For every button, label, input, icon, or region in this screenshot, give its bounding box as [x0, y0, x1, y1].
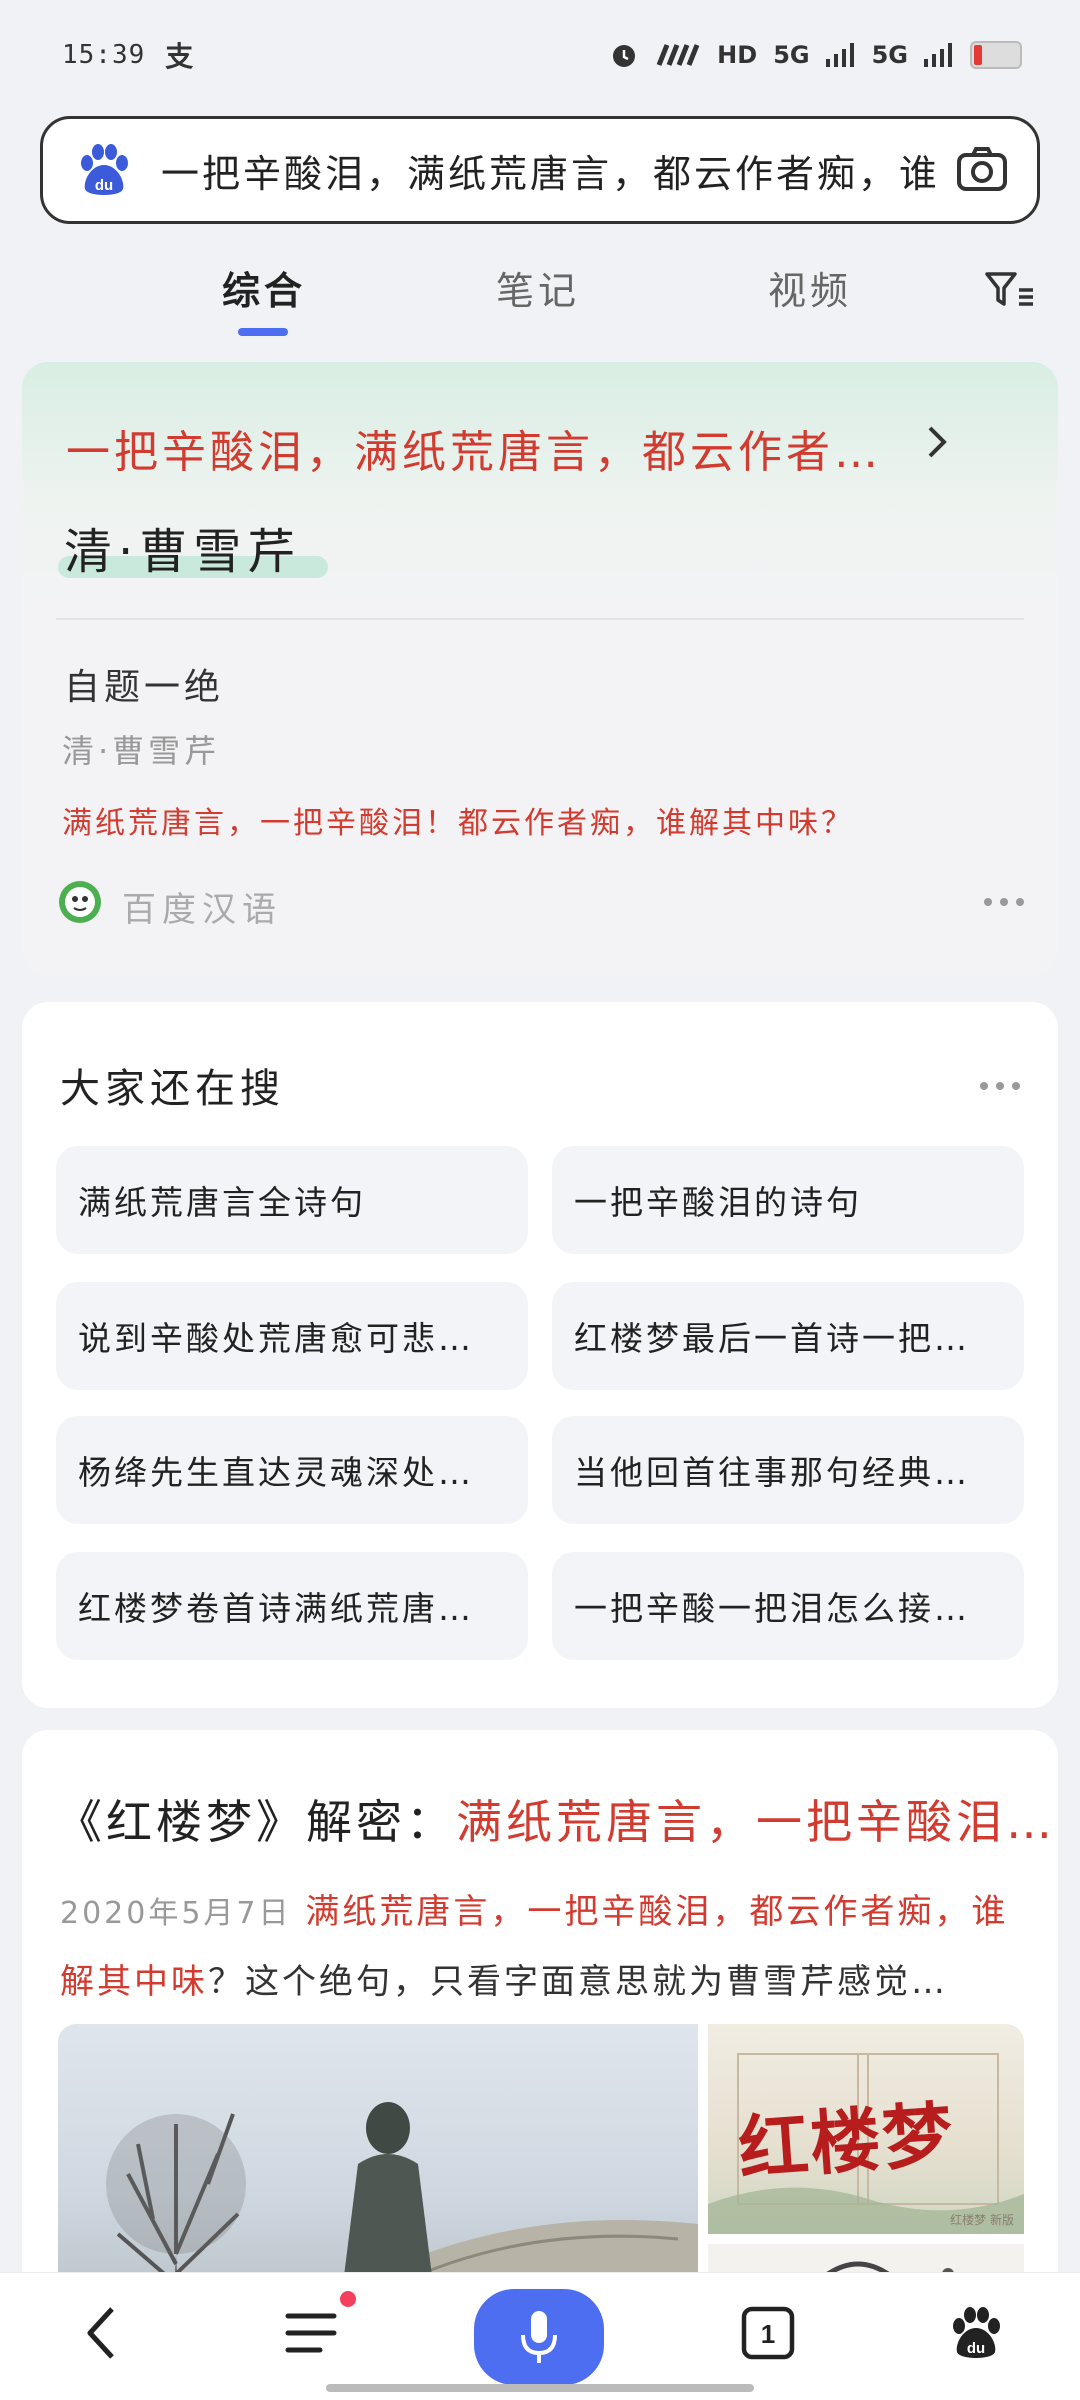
signal-bars-icon: [924, 43, 952, 67]
poem-title[interactable]: 自题一绝: [64, 658, 224, 710]
signal-5g-icon: 5G: [871, 41, 908, 69]
result-tabs: 综合 笔记 视频: [0, 250, 1080, 340]
baidu-home-button[interactable]: du: [936, 2293, 1016, 2373]
poster-watermark: 红楼梦 新版: [950, 2213, 1014, 2227]
tab-videos[interactable]: 视频: [768, 260, 852, 315]
status-indicators: HD 5G 5G: [609, 40, 1022, 70]
search-bar[interactable]: du 一把辛酸泪，满纸荒唐言，都云作者痴，谁解其中味？: [40, 116, 1040, 224]
related-search-chip[interactable]: 红楼梦最后一首诗一把…: [552, 1282, 1024, 1390]
article-title-part: 《红楼梦》解密：: [56, 1795, 456, 1849]
notification-dot: [340, 2291, 356, 2307]
chevron-right-icon[interactable]: [922, 422, 952, 462]
mic-icon: [521, 2311, 557, 2363]
poem-author-sub: 清·曹雪芹: [62, 732, 221, 770]
battery-icon: [970, 41, 1022, 69]
related-search-chip[interactable]: 一把辛酸泪的诗句: [552, 1146, 1024, 1254]
related-search-chip[interactable]: 红楼梦卷首诗满纸荒唐…: [56, 1552, 528, 1660]
bottom-nav: 1 du: [0, 2272, 1080, 2400]
poem-answer-title[interactable]: 一把辛酸泪，满纸荒唐言，都云作者…: [66, 416, 882, 480]
related-search-chip[interactable]: 满纸荒唐言全诗句: [56, 1146, 528, 1254]
article-title-highlight: 满纸荒唐言，一把辛酸泪…: [456, 1795, 1056, 1849]
status-time: 15:39: [62, 40, 146, 70]
status-bar: 15:39 支 HD 5G 5G: [0, 0, 1080, 110]
signal-5g-icon: 5G: [773, 41, 810, 69]
baidu-hanyu-icon: [59, 881, 101, 923]
alarm-icon: [613, 45, 636, 67]
baidu-home-icon: du: [953, 2307, 1000, 2358]
poem-author-heading: 清·曹雪芹: [58, 512, 328, 582]
signal-bars-icon: [825, 43, 854, 67]
snippet-text: ？这个绝句，只看字面意思就为曹雪芹感觉…: [208, 1962, 948, 2002]
voice-search-button[interactable]: [474, 2289, 604, 2385]
poem-answer-card[interactable]: 一把辛酸泪，满纸荒唐言，都云作者… 清·曹雪芹 自题一绝 清·曹雪芹 满纸荒唐言…: [22, 362, 1058, 976]
filter-icon[interactable]: [985, 270, 1035, 310]
related-search-chip[interactable]: 杨绛先生直达灵魂深处…: [56, 1416, 528, 1524]
back-button[interactable]: [62, 2293, 142, 2373]
related-search-chip[interactable]: 一把辛酸一把泪怎么接…: [552, 1552, 1024, 1660]
search-input[interactable]: 一把辛酸泪，满纸荒唐言，都云作者痴，谁解其中味？: [161, 143, 935, 198]
menu-button[interactable]: [272, 2291, 356, 2373]
menu-icon: [285, 2313, 337, 2353]
tab-all[interactable]: 综合: [222, 260, 306, 315]
alipay-notification-icon: 支: [165, 40, 194, 73]
tabs-icon: 1: [741, 2306, 795, 2360]
related-search-chip[interactable]: 当他回首往事那句经典…: [552, 1416, 1024, 1524]
poem-author: 清·曹雪芹: [64, 524, 302, 580]
home-indicator[interactable]: [326, 2384, 754, 2392]
source-name[interactable]: 百度汉语: [122, 882, 282, 931]
baidu-logo-icon[interactable]: du: [75, 141, 133, 199]
baidu-home-text: du: [967, 2340, 985, 2357]
active-tab-indicator: [238, 328, 288, 336]
tabs-button[interactable]: 1: [728, 2293, 808, 2373]
poster-title: 红楼梦: [735, 2092, 957, 2191]
related-searches-title: 大家还在搜: [60, 1066, 285, 1112]
article-snippet: 2020年5月7日 满纸荒唐言，一把辛酸泪，都云作者痴，谁解其中味？这个绝句，只…: [60, 1878, 1040, 2016]
more-options-icon[interactable]: [984, 896, 1024, 908]
divider: [56, 618, 1024, 620]
related-search-chip[interactable]: 说到辛酸处荒唐愈可悲…: [56, 1282, 528, 1390]
baidu-logo-text: du: [95, 177, 113, 194]
tab-count: 1: [761, 2319, 775, 2349]
poem-line: 满纸荒唐言，一把辛酸泪！都云作者痴，谁解其中味？: [62, 806, 854, 841]
hd-icon: HD: [717, 41, 758, 69]
back-icon: [87, 2307, 114, 2359]
article-side-image[interactable]: 红楼梦 红楼梦 新版: [708, 2024, 1024, 2234]
tab-notes[interactable]: 笔记: [496, 260, 580, 315]
nfc-icon: [656, 44, 700, 66]
more-options-icon[interactable]: [980, 1080, 1020, 1092]
article-title[interactable]: 《红楼梦》解密：满纸荒唐言，一把辛酸泪…: [56, 1786, 1056, 1852]
article-date: 2020年5月7日: [60, 1896, 292, 1931]
related-searches-card: 大家还在搜 满纸荒唐言全诗句 一把辛酸泪的诗句 说到辛酸处荒唐愈可悲… 红楼梦最…: [22, 1002, 1058, 1708]
camera-icon[interactable]: [951, 139, 1013, 201]
